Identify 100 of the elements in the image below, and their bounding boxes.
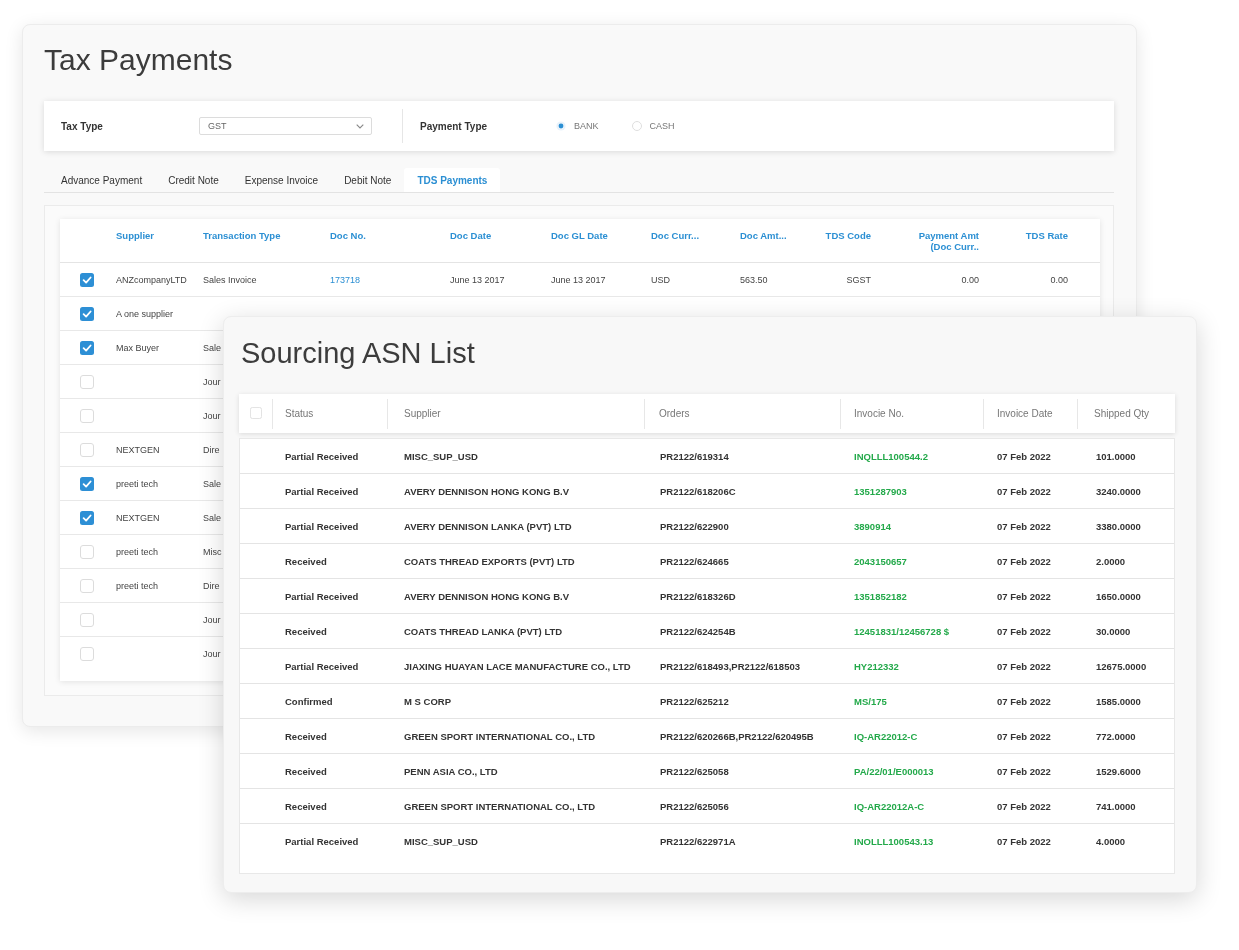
- checkbox[interactable]: [80, 306, 94, 321]
- checkbox[interactable]: [80, 442, 94, 457]
- table-cell: 3240.0000: [1096, 485, 1141, 497]
- table-cell: 1650.0000: [1096, 590, 1141, 602]
- radio-icon[interactable]: [631, 121, 642, 131]
- checkbox[interactable]: [80, 510, 94, 525]
- table-cell: MISC_SUP_USD: [404, 836, 478, 847]
- chevron-down-icon: [356, 123, 364, 129]
- column-header: Doc No.: [330, 230, 366, 241]
- table-cell: GREEN SPORT INTERNATIONAL CO., LTD: [404, 730, 596, 742]
- table-cell: COATS THREAD LANKA (PVT) LTD: [404, 625, 563, 637]
- table-cell: June 13 2017: [551, 274, 606, 285]
- window-title: Tax Payments: [44, 44, 233, 76]
- tab[interactable]: Advance Payment: [48, 168, 156, 192]
- invoice-link[interactable]: 2043150657: [854, 555, 907, 567]
- table-cell: Partial Received: [285, 520, 359, 532]
- table-cell: 1529.6000: [1096, 765, 1141, 777]
- table-cell: 07 Feb 2022: [997, 730, 1051, 742]
- tab[interactable]: Expense Invoice: [231, 168, 332, 192]
- checkbox[interactable]: [80, 476, 94, 491]
- table-cell: Sale: [203, 342, 221, 353]
- table-cell: 07 Feb 2022: [997, 660, 1051, 672]
- table-cell: Jour: [203, 649, 221, 659]
- table-cell: Jour: [203, 376, 221, 387]
- tab[interactable]: TDS Payments: [404, 168, 501, 192]
- column-header: Doc GL Date: [551, 230, 608, 241]
- column-header: Doc Amt...: [740, 230, 787, 241]
- invoice-link[interactable]: 12451831/12456728 $: [854, 625, 950, 637]
- table-cell: 0.00: [961, 274, 979, 285]
- tab[interactable]: Credit Note: [155, 168, 232, 192]
- table-cell: COATS THREAD EXPORTS (PVT) LTD: [404, 555, 575, 567]
- field-label: Payment Type: [420, 120, 489, 132]
- invoice-link[interactable]: HY212332: [854, 660, 899, 672]
- column-header: Supplier: [404, 408, 441, 419]
- table-cell: Received: [285, 800, 327, 812]
- table-cell: A one supplier: [116, 308, 174, 319]
- table-cell: PR2122/625056: [660, 800, 729, 812]
- table-cell: 12675.0000: [1096, 660, 1147, 672]
- invoice-link[interactable]: PA/22/01/E000013: [854, 765, 934, 777]
- table-cell: Sales Invoice: [203, 274, 257, 285]
- table-cell: 563.50: [740, 274, 768, 285]
- table-cell: 07 Feb 2022: [997, 800, 1051, 812]
- table-cell: Jour: [203, 614, 221, 625]
- column-header: Status: [285, 408, 314, 419]
- checkbox[interactable]: [80, 374, 94, 389]
- select-all-checkbox[interactable]: [250, 406, 262, 419]
- radio-option[interactable]: CASH: [631, 121, 675, 131]
- table-cell: PR2122/618326D: [660, 590, 736, 602]
- column-header: Shipped Qty: [1094, 408, 1150, 419]
- table-cell: PR2122/624665: [660, 555, 729, 567]
- doc-number-link[interactable]: 173718: [330, 274, 361, 285]
- invoice-link[interactable]: MS/175: [854, 695, 887, 707]
- column-header: Doc Date: [450, 230, 492, 241]
- radio-option[interactable]: BANK: [556, 121, 599, 131]
- radio-icon[interactable]: [556, 121, 566, 131]
- table-cell: NEXTGEN: [116, 444, 160, 455]
- checkbox[interactable]: [80, 612, 94, 627]
- invoice-link[interactable]: 3890914: [854, 520, 891, 532]
- table-cell: USD: [651, 274, 670, 285]
- table-cell: Sale: [203, 512, 221, 523]
- table-cell: PR2122/620266B,PR2122/620495B: [660, 730, 814, 742]
- table-cell: GREEN SPORT INTERNATIONAL CO., LTD: [404, 800, 596, 812]
- checkbox[interactable]: [80, 408, 94, 423]
- checkbox[interactable]: [80, 272, 94, 287]
- table-cell: 4.0000: [1096, 836, 1126, 847]
- invoice-link[interactable]: IQ-AR22012-C: [854, 730, 918, 742]
- column-header: Invocie No.: [854, 408, 905, 419]
- table-cell: PR2122/618493,PR2122/618503: [660, 660, 800, 672]
- invoice-link[interactable]: INQLLL100544.2: [854, 450, 928, 462]
- table-cell: 07 Feb 2022: [997, 555, 1051, 567]
- table-cell: preeti tech: [116, 580, 159, 591]
- table-cell: PR2122/622900: [660, 520, 729, 532]
- checkbox[interactable]: [80, 340, 94, 355]
- table-cell: 2.0000: [1096, 555, 1126, 567]
- table-cell: PR2122/622971A: [660, 836, 736, 847]
- table-cell: 07 Feb 2022: [997, 590, 1051, 602]
- invoice-link[interactable]: INOLLL100543.13: [854, 836, 934, 847]
- table-cell: 07 Feb 2022: [997, 836, 1051, 847]
- table-cell: Partial Received: [285, 590, 359, 602]
- column-header: Payment Amt (Doc Curr..: [918, 230, 979, 252]
- invoice-link[interactable]: 1351852182: [854, 590, 907, 602]
- tab[interactable]: Debit Note: [331, 168, 405, 192]
- table-cell: Dire: [203, 580, 220, 591]
- table-cell: MISC_SUP_USD: [404, 450, 478, 462]
- checkbox[interactable]: [80, 578, 94, 593]
- table-cell: Misc: [203, 546, 222, 557]
- table-cell: Partial Received: [285, 450, 359, 462]
- table-cell: Confirmed: [285, 695, 333, 707]
- invoice-link[interactable]: IQ-AR22012A-C: [854, 800, 925, 812]
- table-cell: 07 Feb 2022: [997, 520, 1051, 532]
- checkbox[interactable]: [80, 544, 94, 559]
- table-cell: 07 Feb 2022: [997, 450, 1051, 462]
- tax-type-select[interactable]: GST: [199, 117, 372, 135]
- table-cell: M S CORP: [404, 695, 451, 707]
- table-cell: PR2122/618206C: [660, 485, 736, 497]
- checkbox[interactable]: [80, 647, 94, 661]
- table-cell: Received: [285, 730, 327, 742]
- table-cell: 3380.0000: [1096, 520, 1141, 532]
- invoice-link[interactable]: 1351287903: [854, 485, 907, 497]
- table-cell: 07 Feb 2022: [997, 765, 1051, 777]
